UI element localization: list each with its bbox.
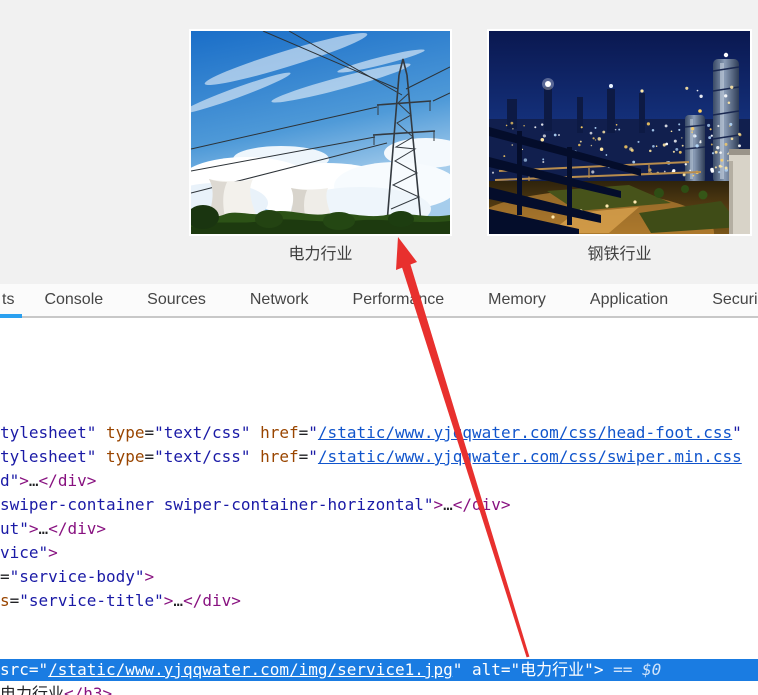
elements-tree-node[interactable]: ="service-body"> xyxy=(0,565,742,589)
elements-tree-node[interactable]: tylesheet" type="text/css" href="/static… xyxy=(0,445,742,469)
code-segment: > xyxy=(433,495,443,514)
code-segment: ut" xyxy=(0,519,29,538)
power-industry-photo[interactable] xyxy=(189,29,452,236)
code-segment: > xyxy=(164,591,174,610)
code-segment: > xyxy=(19,471,29,490)
elements-tree-node[interactable]: ut">…</div> xyxy=(0,517,742,541)
code-segment: " xyxy=(732,423,742,442)
code-segment: > xyxy=(48,543,58,562)
code-segment: d" xyxy=(0,471,19,490)
tab-memory[interactable]: Memory xyxy=(488,291,546,309)
code-segment: = xyxy=(299,423,309,442)
code-segment: </h3> xyxy=(64,684,112,695)
resource-link[interactable]: /static/www.yjqqwater.com/img/service1.j… xyxy=(48,660,453,679)
code-segment: "text/css" xyxy=(154,447,260,466)
devtools-tabbar: ts Console Sources Network Performance Memory… xyxy=(0,284,758,318)
code-segment: " xyxy=(308,423,318,442)
tab-network[interactable]: Network xyxy=(250,291,309,309)
code-segment: type xyxy=(106,447,145,466)
code-segment: … xyxy=(29,471,39,490)
code-segment: "text/css" xyxy=(154,423,260,442)
resource-link[interactable]: /static/www.yjqqwater.com/css/swiper.min… xyxy=(318,447,742,466)
active-tab-underline xyxy=(0,314,22,318)
code-segment: </div> xyxy=(48,519,106,538)
selected-element-row[interactable]: src="/static/www.yjqqwater.com/img/servi… xyxy=(0,659,758,681)
code-segment: src= xyxy=(0,660,39,679)
code-segment: 电力行业 xyxy=(0,684,64,695)
code-segment: tylesheet" xyxy=(0,447,106,466)
code-segment: </div> xyxy=(183,591,241,610)
code-segment: swiper-container swiper-container-horizo… xyxy=(0,495,433,514)
code-segment: " xyxy=(308,447,318,466)
tab-performance[interactable]: Performance xyxy=(353,291,445,309)
code-segment: href xyxy=(260,423,299,442)
elements-tree-node[interactable]: vice"> xyxy=(0,541,742,565)
code-segment: s xyxy=(0,591,10,610)
code-segment: " xyxy=(39,660,49,679)
elements-tree-node[interactable]: d">…</div> xyxy=(0,469,742,493)
code-segment: = xyxy=(0,567,10,586)
code-segment: type xyxy=(106,423,145,442)
code-segment: = xyxy=(145,423,155,442)
elements-code-lines: tylesheet" type="text/css" href="/static… xyxy=(0,421,742,613)
code-segment: tylesheet" xyxy=(0,423,106,442)
code-segment: … xyxy=(443,495,453,514)
tab-security-partial[interactable]: Securi xyxy=(712,291,757,309)
code-segment: == xyxy=(613,660,642,679)
elements-tree: tylesheet" type="text/css" href="/static… xyxy=(0,320,758,695)
steel-industry-photo-art xyxy=(489,31,750,234)
devtools-panel: ts Console Sources Network Performance Memory… xyxy=(0,284,758,695)
code-segment: </div> xyxy=(453,495,511,514)
service-caption-steel: 钢铁行业 xyxy=(489,243,750,265)
elements-tree-node[interactable]: tylesheet" type="text/css" href="/static… xyxy=(0,421,742,445)
code-segment: = xyxy=(299,447,309,466)
code-segment: </div> xyxy=(39,471,97,490)
tab-sources[interactable]: Sources xyxy=(147,291,206,309)
screenshot-root: 电力行业 钢铁行业 ts Console Sources Network Perform… xyxy=(0,0,758,695)
code-segment: … xyxy=(39,519,49,538)
tab-elements-partial[interactable]: ts xyxy=(2,291,14,309)
webpage-viewport: 电力行业 钢铁行业 xyxy=(0,0,758,284)
lit-building-wall xyxy=(729,149,750,234)
elements-tree-node[interactable]: s="service-title">…</div> xyxy=(0,589,742,613)
code-segment: > xyxy=(145,567,155,586)
service-caption-power: 电力行业 xyxy=(191,243,450,265)
code-segment: " alt="电力行业"> xyxy=(453,660,613,679)
code-segment: = xyxy=(10,591,20,610)
clipped-code-line: 电力行业</h3> xyxy=(0,682,112,695)
tab-application[interactable]: Application xyxy=(590,291,668,309)
tab-console[interactable]: Console xyxy=(44,291,103,309)
code-segment: vice" xyxy=(0,543,48,562)
power-industry-photo-art xyxy=(191,31,450,234)
code-segment: … xyxy=(173,591,183,610)
code-segment: = xyxy=(145,447,155,466)
code-segment: > xyxy=(29,519,39,538)
code-segment: $0 xyxy=(642,660,661,679)
code-segment: "service-body" xyxy=(10,567,145,586)
steel-industry-photo[interactable] xyxy=(487,29,752,236)
resource-link[interactable]: /static/www.yjqqwater.com/css/head-foot.… xyxy=(318,423,732,442)
code-segment: "service-title" xyxy=(19,591,164,610)
code-segment: href xyxy=(260,447,299,466)
elements-tree-node[interactable]: swiper-container swiper-container-horizo… xyxy=(0,493,742,517)
